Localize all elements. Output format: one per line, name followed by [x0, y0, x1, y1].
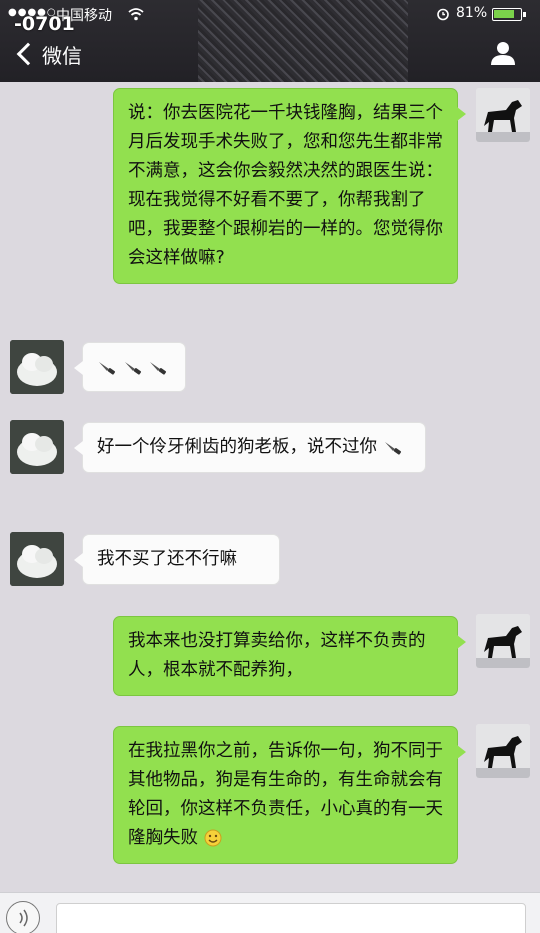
dog-avatar-icon	[476, 88, 530, 142]
battery-fill	[494, 10, 514, 18]
dog-avatar-icon	[476, 614, 530, 668]
battery-percent: 81%	[456, 5, 488, 21]
back-label: 微信	[42, 43, 82, 68]
my-avatar[interactable]	[476, 724, 530, 778]
person-icon[interactable]	[490, 40, 516, 66]
message-bubble-received[interactable]	[74, 342, 186, 392]
message-input[interactable]	[56, 903, 526, 933]
dog-avatar-icon	[476, 724, 530, 778]
message-text: 好一个伶牙俐齿的狗老板，说不过你	[97, 437, 377, 457]
battery-icon	[492, 8, 522, 21]
message-bubble-sent[interactable]: 我本来也没打算卖给你，这样不负责的人，根本就不配养狗，	[113, 616, 466, 696]
alarm-clock-icon	[437, 8, 449, 21]
flower-avatar-icon	[10, 420, 64, 474]
message-text: 在我拉黑你之前，告诉你一句，狗不同于其他物品，狗是有生命的，有生命就会有轮回，你…	[128, 741, 443, 848]
knife-emoji-icon	[124, 362, 141, 375]
chat-area: 说：你去医院花一千块钱隆胸，结果三个月后发现手术失败了，您和您先生都非常不满意，…	[0, 82, 540, 892]
contact-avatar[interactable]	[10, 532, 64, 586]
smile-emoji-icon	[204, 829, 222, 847]
flower-avatar-icon	[10, 340, 64, 394]
knife-emoji-icon	[99, 362, 116, 375]
message-bubble-sent[interactable]: 说：你去医院花一千块钱隆胸，结果三个月后发现手术失败了，您和您先生都非常不满意，…	[113, 88, 466, 284]
wifi-icon	[128, 8, 144, 21]
message-bubble-received[interactable]: 好一个伶牙俐齿的狗老板，说不过你	[74, 422, 426, 473]
voice-input-button[interactable]	[6, 901, 40, 933]
voice-wave-icon	[19, 909, 28, 927]
contact-avatar[interactable]	[10, 340, 64, 394]
message-bubble-sent[interactable]: 在我拉黑你之前，告诉你一句，狗不同于其他物品，狗是有生命的，有生命就会有轮回，你…	[113, 726, 466, 864]
input-bar	[0, 892, 540, 933]
my-avatar[interactable]	[476, 614, 530, 668]
message-bubble-received[interactable]: 我不买了还不行嘛	[74, 534, 280, 585]
battery-tip	[523, 12, 526, 17]
flower-avatar-icon	[10, 532, 64, 586]
redacted-contact-name	[198, 0, 408, 82]
knife-emoji-icon	[384, 442, 401, 455]
message-text: 说：你去医院花一千块钱隆胸，结果三个月后发现手术失败了，您和您先生都非常不满意，…	[128, 103, 443, 268]
my-avatar[interactable]	[476, 88, 530, 142]
contact-avatar[interactable]	[10, 420, 64, 474]
top-bar: ●●●●○ 中国移动 81% -0701 微信	[0, 0, 540, 82]
message-text: 我本来也没打算卖给你，这样不负责的人，根本就不配养狗，	[128, 631, 426, 680]
chevron-left-icon	[16, 42, 40, 66]
message-text: 我不买了还不行嘛	[97, 549, 237, 569]
back-button[interactable]: 微信	[14, 38, 82, 70]
knife-emoji-icon	[150, 362, 167, 375]
watermark-text: -0701	[14, 13, 75, 35]
